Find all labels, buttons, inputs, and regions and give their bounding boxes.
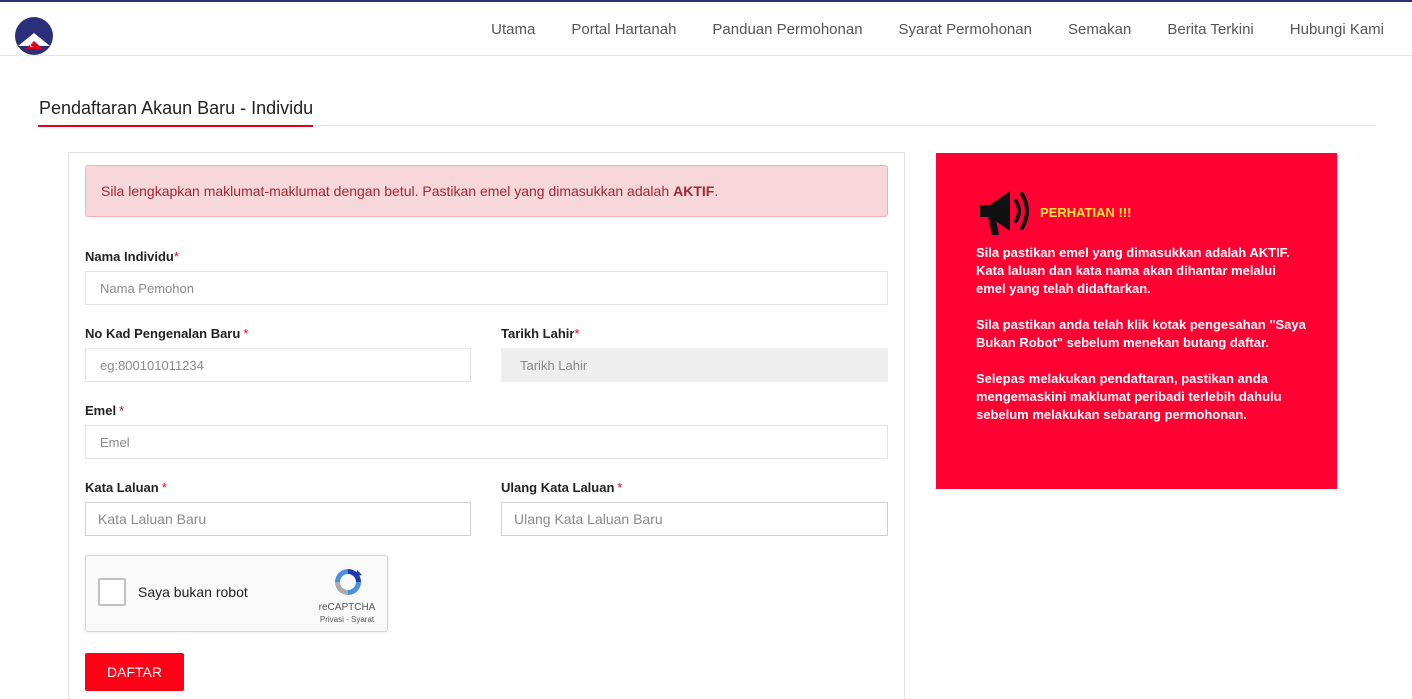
notice-paragraph: Sila pastikan emel yang dimasukkan adala… bbox=[976, 245, 1290, 296]
password-confirm-label: Ulang Kata Laluan * bbox=[501, 480, 622, 495]
title-underline bbox=[38, 125, 313, 127]
password-label: Kata Laluan * bbox=[85, 480, 167, 495]
main-nav: Utama Portal Hartanah Panduan Permohonan… bbox=[491, 2, 1384, 56]
nav-semakan[interactable]: Semakan bbox=[1068, 21, 1131, 38]
required-mark: * bbox=[617, 480, 623, 495]
ic-label: No Kad Pengenalan Baru * bbox=[85, 326, 248, 341]
required-mark: * bbox=[173, 249, 179, 264]
required-mark: * bbox=[161, 480, 167, 495]
emel-label: Emel * bbox=[85, 403, 124, 418]
recaptcha-widget: Saya bukan robot reCAPTCHA Privasi - Sya… bbox=[85, 555, 388, 632]
dob-label: Tarikh Lahir* bbox=[501, 326, 580, 341]
notice-body: Sila pastikan emel yang dimasukkan adala… bbox=[976, 244, 1306, 442]
site-logo[interactable] bbox=[14, 16, 54, 56]
emel-label-text: Emel bbox=[85, 403, 117, 418]
required-mark: * bbox=[119, 403, 125, 418]
registration-form: Sila lengkapkan maklumat-maklumat dengan… bbox=[68, 152, 905, 699]
alert-emphasis: AKTIF bbox=[673, 183, 715, 199]
ic-input[interactable] bbox=[85, 348, 471, 382]
recaptcha-brand: reCAPTCHA bbox=[318, 602, 376, 613]
alert-suffix: . bbox=[714, 183, 719, 199]
nama-label-text: Nama Individu bbox=[85, 249, 174, 264]
password-label-text: Kata Laluan bbox=[85, 480, 159, 495]
recaptcha-checkbox[interactable] bbox=[98, 578, 126, 606]
nav-syarat-permohonan[interactable]: Syarat Permohonan bbox=[899, 21, 1032, 38]
daftar-button[interactable]: DAFTAR bbox=[85, 653, 184, 691]
password-confirm-input[interactable] bbox=[501, 502, 888, 536]
notice-paragraph: Selepas melakukan pendaftaran, pastikan … bbox=[976, 371, 1282, 422]
password-confirm-label-text: Ulang Kata Laluan bbox=[501, 480, 615, 495]
recaptcha-label: Saya bukan robot bbox=[138, 584, 248, 600]
required-mark: * bbox=[243, 326, 249, 341]
nav-hubungi-kami[interactable]: Hubungi Kami bbox=[1290, 21, 1384, 38]
nama-input[interactable] bbox=[85, 271, 888, 305]
recaptcha-links[interactable]: Privasi - Syarat bbox=[312, 615, 382, 624]
ic-label-text: No Kad Pengenalan Baru bbox=[85, 326, 241, 341]
megaphone-icon bbox=[980, 191, 1029, 235]
required-mark: * bbox=[574, 326, 580, 341]
site-header: Utama Portal Hartanah Panduan Permohonan… bbox=[0, 2, 1412, 56]
nav-utama[interactable]: Utama bbox=[491, 21, 535, 38]
dob-input[interactable] bbox=[501, 348, 888, 382]
notice-heading: PERHATIAN !!! bbox=[1040, 205, 1132, 220]
nav-berita-terkini[interactable]: Berita Terkini bbox=[1167, 21, 1253, 38]
alert-text: Sila lengkapkan maklumat-maklumat dengan… bbox=[101, 183, 670, 199]
recaptcha-logo-icon bbox=[335, 569, 362, 595]
nav-panduan-permohonan[interactable]: Panduan Permohonan bbox=[712, 21, 862, 38]
nama-label: Nama Individu* bbox=[85, 249, 179, 264]
info-alert: Sila lengkapkan maklumat-maklumat dengan… bbox=[85, 165, 888, 217]
dob-label-text: Tarikh Lahir bbox=[501, 326, 575, 341]
notice-paragraph: Sila pastikan anda telah klik kotak peng… bbox=[976, 317, 1306, 350]
notice-panel: PERHATIAN !!! Sila pastikan emel yang di… bbox=[936, 153, 1337, 489]
page-title: Pendaftaran Akaun Baru - Individu bbox=[39, 98, 314, 118]
page-title-section: Pendaftaran Akaun Baru - Individu bbox=[38, 96, 1376, 127]
nav-portal-hartanah[interactable]: Portal Hartanah bbox=[571, 21, 676, 38]
emel-input[interactable] bbox=[85, 425, 888, 459]
password-input[interactable] bbox=[85, 502, 471, 536]
